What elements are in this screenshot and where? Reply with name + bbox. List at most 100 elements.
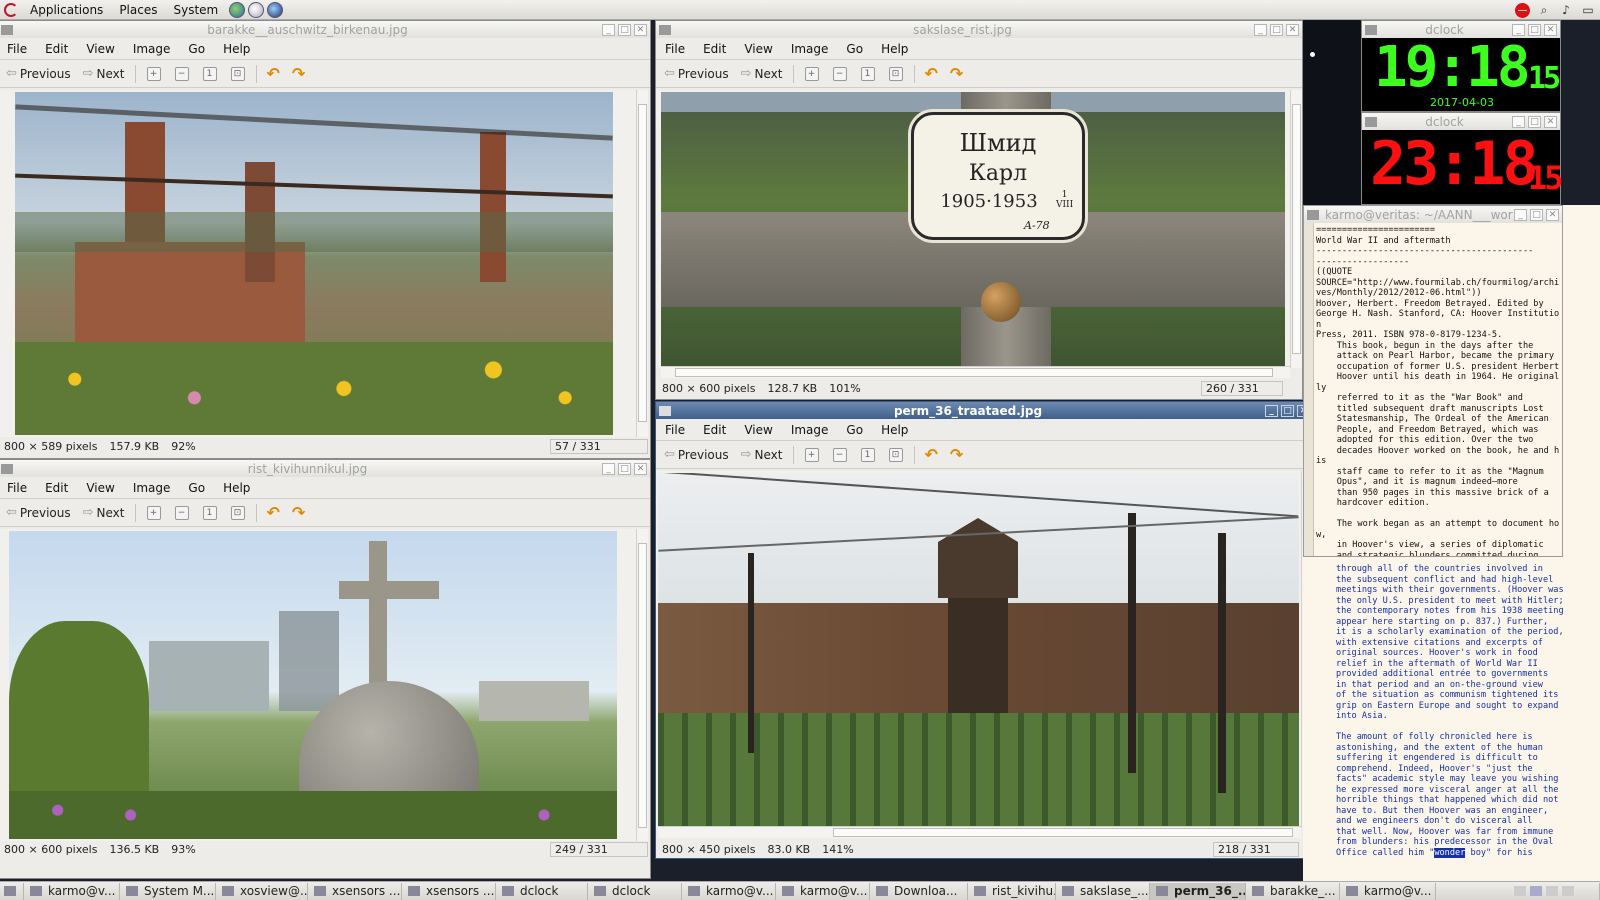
zoom-fit-icon[interactable]: ⊡ bbox=[230, 505, 245, 520]
zoom-in-icon[interactable]: + bbox=[146, 66, 161, 81]
next-button[interactable]: ⇨ Next bbox=[77, 66, 131, 81]
menu-image[interactable]: Image bbox=[124, 481, 180, 495]
taskbar-item[interactable]: karmo@v... bbox=[682, 882, 776, 900]
rotate-right-icon[interactable]: ↷ bbox=[950, 64, 963, 83]
menu-edit[interactable]: Edit bbox=[694, 423, 735, 437]
volume-icon[interactable]: ♪ bbox=[1558, 2, 1574, 18]
rotate-left-icon[interactable]: ↶ bbox=[267, 64, 280, 83]
minimize-button[interactable]: _ bbox=[1512, 115, 1525, 128]
menu-image[interactable]: Image bbox=[782, 42, 838, 56]
workspace-1[interactable] bbox=[1514, 886, 1526, 896]
terminal-text-lower[interactable]: through all of the countries involved in… bbox=[1336, 564, 1598, 858]
places-menu[interactable]: Places bbox=[111, 3, 165, 17]
rotate-right-icon[interactable]: ↷ bbox=[292, 503, 305, 522]
taskbar-item[interactable]: perm_36_... bbox=[1150, 882, 1246, 900]
mail-launcher-icon[interactable] bbox=[248, 1, 265, 18]
debian-logo-icon[interactable] bbox=[4, 2, 18, 17]
close-button[interactable]: ✕ bbox=[634, 23, 647, 36]
title-bar[interactable]: perm_36_traataed.jpg _ □ ✕ bbox=[656, 402, 1313, 419]
previous-button[interactable]: ⇦ Previous bbox=[0, 66, 77, 81]
menu-help[interactable]: Help bbox=[872, 423, 917, 437]
horizontal-scrollbar[interactable] bbox=[661, 366, 1290, 378]
stop-icon[interactable]: — bbox=[1515, 2, 1530, 18]
menu-view[interactable]: View bbox=[77, 42, 123, 56]
vertical-scrollbar[interactable] bbox=[1290, 90, 1302, 368]
zoom-fit-icon[interactable]: ⊡ bbox=[888, 447, 903, 462]
system-menu[interactable]: System bbox=[165, 3, 226, 17]
taskbar-item[interactable]: xsensors ... bbox=[402, 882, 496, 900]
menu-help[interactable]: Help bbox=[214, 481, 259, 495]
previous-button[interactable]: ⇦ Previous bbox=[658, 447, 735, 462]
menu-view[interactable]: View bbox=[77, 481, 123, 495]
browser-launcher-icon[interactable] bbox=[267, 1, 284, 18]
taskbar-item[interactable]: barakke_... bbox=[1246, 882, 1340, 900]
taskbar-item[interactable]: dclock bbox=[496, 882, 588, 900]
taskbar-item[interactable]: xosview@... bbox=[216, 882, 308, 900]
show-desktop-button[interactable] bbox=[0, 882, 24, 900]
menu-edit[interactable]: Edit bbox=[36, 42, 77, 56]
zoom-fit-icon[interactable]: ⊡ bbox=[888, 66, 903, 81]
menu-file[interactable]: File bbox=[656, 423, 694, 437]
workspace-switcher[interactable] bbox=[1510, 882, 1600, 900]
close-button[interactable]: ✕ bbox=[634, 462, 647, 475]
menu-file[interactable]: File bbox=[0, 481, 36, 495]
taskbar-item[interactable]: dclock bbox=[588, 882, 682, 900]
workspace-2[interactable] bbox=[1530, 886, 1542, 896]
next-button[interactable]: ⇨ Next bbox=[735, 66, 789, 81]
zoom-in-icon[interactable]: + bbox=[146, 505, 161, 520]
zoom-out-icon[interactable]: − bbox=[174, 66, 189, 81]
zoom-out-icon[interactable]: − bbox=[832, 447, 847, 462]
minimize-button[interactable]: _ bbox=[1514, 208, 1527, 221]
menu-edit[interactable]: Edit bbox=[694, 42, 735, 56]
zoom-in-icon[interactable]: + bbox=[804, 447, 819, 462]
minimize-button[interactable]: _ bbox=[1512, 23, 1525, 36]
close-button[interactable]: ✕ bbox=[1544, 115, 1557, 128]
rotate-left-icon[interactable]: ↶ bbox=[267, 503, 280, 522]
zoom-out-icon[interactable]: − bbox=[832, 66, 847, 81]
menu-file[interactable]: File bbox=[656, 42, 694, 56]
battery-icon[interactable]: ▭ bbox=[1580, 2, 1596, 18]
taskbar-item[interactable]: System M... bbox=[120, 882, 216, 900]
maximize-button[interactable]: □ bbox=[1281, 404, 1294, 417]
title-bar[interactable]: dclock _ □ ✕ bbox=[1362, 113, 1560, 130]
maximize-button[interactable]: □ bbox=[1528, 115, 1541, 128]
applications-menu[interactable]: Applications bbox=[22, 3, 111, 17]
globe-launcher-icon[interactable] bbox=[229, 1, 246, 18]
taskbar-item[interactable]: xsensors ... bbox=[308, 882, 402, 900]
zoom-out-icon[interactable]: − bbox=[174, 505, 189, 520]
image-canvas[interactable] bbox=[656, 471, 1301, 828]
menu-go[interactable]: Go bbox=[837, 423, 872, 437]
title-bar[interactable]: rist_kivihunnikul.jpg _ □ ✕ bbox=[0, 460, 650, 477]
workspace-3[interactable] bbox=[1546, 886, 1558, 896]
minimize-button[interactable]: _ bbox=[1265, 404, 1278, 417]
taskbar-item[interactable]: karmo@v... bbox=[776, 882, 870, 900]
image-canvas[interactable]: Шмид Карл 1905·1953 1 VIII A-78 bbox=[656, 90, 1290, 368]
maximize-button[interactable]: □ bbox=[1528, 23, 1541, 36]
maximize-button[interactable]: □ bbox=[618, 462, 631, 475]
title-bar[interactable]: barakke__auschwitz_birkenau.jpg _ □ ✕ bbox=[0, 21, 650, 38]
maximize-button[interactable]: □ bbox=[1270, 23, 1283, 36]
maximize-button[interactable]: □ bbox=[618, 23, 631, 36]
selected-text[interactable]: wonder bbox=[1434, 847, 1466, 858]
previous-button[interactable]: ⇦ Previous bbox=[658, 66, 735, 81]
title-bar[interactable]: sakslase_rist.jpg _ □ ✕ bbox=[656, 21, 1302, 38]
minimize-button[interactable]: _ bbox=[602, 462, 615, 475]
menu-view[interactable]: View bbox=[735, 42, 781, 56]
close-button[interactable]: ✕ bbox=[1286, 23, 1299, 36]
rotate-right-icon[interactable]: ↷ bbox=[950, 445, 963, 464]
taskbar-item[interactable]: Downloa... bbox=[870, 882, 968, 900]
rotate-left-icon[interactable]: ↶ bbox=[925, 445, 938, 464]
next-button[interactable]: ⇨ Next bbox=[735, 447, 789, 462]
search-icon[interactable]: ⌕ bbox=[1536, 2, 1552, 18]
menu-go[interactable]: Go bbox=[179, 42, 214, 56]
vertical-scrollbar[interactable] bbox=[636, 90, 648, 437]
vertical-scrollbar[interactable] bbox=[636, 529, 648, 841]
image-canvas[interactable] bbox=[0, 90, 636, 437]
taskbar-item[interactable]: rist_kivihu... bbox=[968, 882, 1056, 900]
menu-file[interactable]: File bbox=[0, 42, 36, 56]
horizontal-scrollbar[interactable] bbox=[658, 826, 1301, 838]
menu-go[interactable]: Go bbox=[179, 481, 214, 495]
zoom-normal-icon[interactable]: 1 bbox=[202, 505, 217, 520]
minimize-button[interactable]: _ bbox=[1254, 23, 1267, 36]
previous-button[interactable]: ⇦ Previous bbox=[0, 505, 77, 520]
